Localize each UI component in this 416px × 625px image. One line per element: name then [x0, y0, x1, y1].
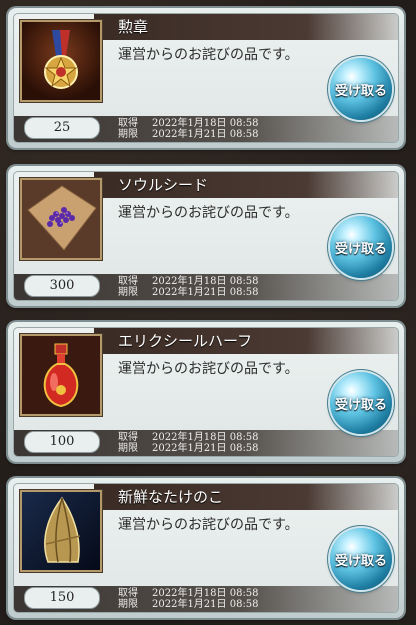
- acquired-label: 取得: [118, 432, 138, 443]
- item-description: 運営からのお詫びの品です。: [118, 517, 299, 533]
- item-description: 運営からのお詫びの品です。: [118, 361, 299, 377]
- acquired-date: 2022年1月18日 08:58: [152, 432, 259, 443]
- item-dates: 取得 2022年1月18日 08:58 期限 2022年1月21日 08:58: [118, 588, 259, 610]
- bamboo-shoot-icon: [20, 490, 102, 572]
- expiry-date: 2022年1月21日 08:58: [152, 287, 259, 298]
- medal-icon: [20, 20, 102, 102]
- item-dates: 取得 2022年1月18日 08:58 期限 2022年1月21日 08:58: [118, 118, 259, 140]
- gift-card: 勲章 運営からのお詫びの品です。 25 取得 2022年1月18日 08:58 期…: [8, 8, 404, 148]
- receive-button-label: 受け取る: [334, 83, 387, 99]
- expiry-label: 期限: [118, 443, 138, 454]
- expiry-date: 2022年1月21日 08:58: [152, 599, 259, 610]
- expiry-label: 期限: [118, 287, 138, 298]
- receive-button[interactable]: 受け取る: [330, 216, 392, 278]
- item-dates: 取得 2022年1月18日 08:58 期限 2022年1月21日 08:58: [118, 276, 259, 298]
- item-name: エリクシールハーフ: [118, 332, 253, 350]
- receive-button[interactable]: 受け取る: [330, 58, 392, 120]
- acquired-date: 2022年1月18日 08:58: [152, 588, 259, 599]
- receive-button-label: 受け取る: [334, 241, 387, 257]
- acquired-date: 2022年1月18日 08:58: [152, 276, 259, 287]
- gift-card: ソウルシード 運営からのお詫びの品です。 300 取得 2022年1月18日 08…: [8, 166, 404, 306]
- item-name: 新鮮なたけのこ: [118, 488, 224, 506]
- item-description: 運営からのお詫びの品です。: [118, 47, 299, 63]
- expiry-date: 2022年1月21日 08:58: [152, 129, 259, 140]
- item-dates: 取得 2022年1月18日 08:58 期限 2022年1月21日 08:58: [118, 432, 259, 454]
- item-quantity: 100: [24, 431, 100, 453]
- expiry-label: 期限: [118, 129, 138, 140]
- receive-button[interactable]: 受け取る: [330, 372, 392, 434]
- expiry-date: 2022年1月21日 08:58: [152, 443, 259, 454]
- acquired-date: 2022年1月18日 08:58: [152, 118, 259, 129]
- expiry-label: 期限: [118, 599, 138, 610]
- item-quantity: 150: [24, 587, 100, 609]
- item-quantity: 300: [24, 275, 100, 297]
- receive-button-label: 受け取る: [334, 553, 387, 569]
- receive-button[interactable]: 受け取る: [330, 528, 392, 590]
- item-quantity: 25: [24, 117, 100, 139]
- gift-card: 新鮮なたけのこ 運営からのお詫びの品です。 150 取得 2022年1月18日 0…: [8, 478, 404, 618]
- acquired-label: 取得: [118, 276, 138, 287]
- item-name: 勲章: [118, 18, 149, 36]
- acquired-label: 取得: [118, 118, 138, 129]
- receive-button-label: 受け取る: [334, 397, 387, 413]
- item-description: 運営からのお詫びの品です。: [118, 205, 299, 221]
- acquired-label: 取得: [118, 588, 138, 599]
- gift-card: エリクシールハーフ 運営からのお詫びの品です。 100 取得 2022年1月18日…: [8, 322, 404, 462]
- item-name: ソウルシード: [118, 176, 209, 194]
- potion-icon: [20, 334, 102, 416]
- soul-seed-icon: [20, 178, 102, 260]
